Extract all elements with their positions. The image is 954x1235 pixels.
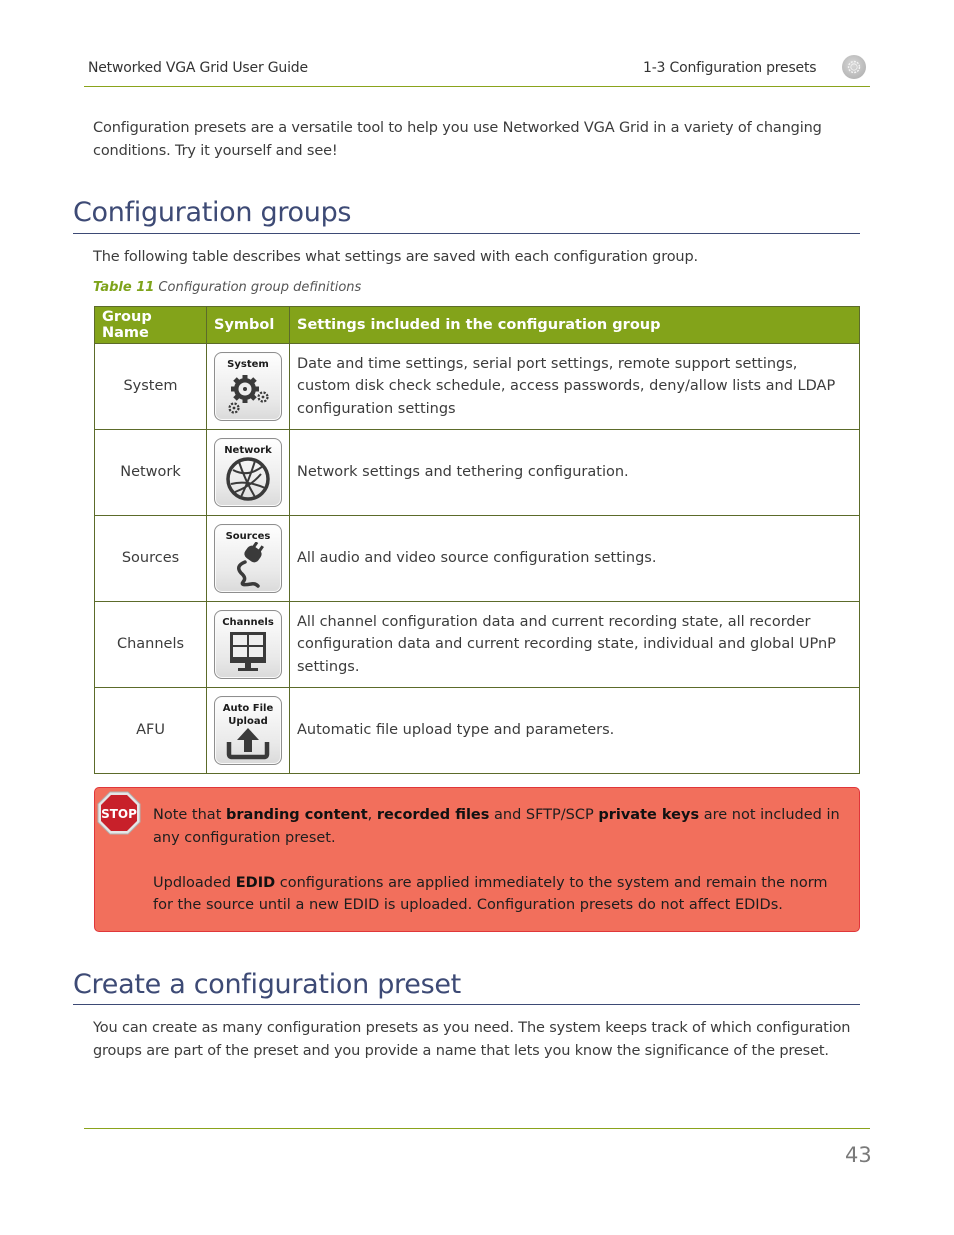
table-row: Channels Channels All channel configurat…: [94, 601, 860, 688]
column-header-group-name: Group Name: [94, 306, 207, 344]
upload-tray-icon: [226, 728, 270, 760]
table-row: Network Network Network settings and tet…: [94, 429, 860, 516]
table-row: Sources Sources All audio and video sour…: [94, 515, 860, 602]
gears-icon: [228, 375, 269, 414]
table-row: System System Date and time settings, se…: [94, 343, 860, 430]
section-paragraph: The following table describes what setti…: [93, 249, 698, 265]
column-header-symbol: Symbol: [206, 306, 290, 344]
group-description: All channel configuration data and curre…: [289, 601, 860, 688]
note-paragraph-2: Updloaded EDID configurations are applie…: [153, 872, 843, 917]
plug-cable-icon: [237, 542, 264, 588]
note-text: and SFTP/SCP: [489, 807, 599, 823]
page-number: 43: [845, 1143, 872, 1167]
symbol-label: Channels: [222, 617, 274, 628]
note-text: Updloaded: [153, 874, 236, 891]
section-title: 1-3 Configuration presets: [643, 60, 817, 76]
symbol-label: System: [227, 359, 269, 370]
symbol-label: Network: [224, 445, 272, 456]
group-name: AFU: [94, 687, 207, 774]
gear-badge-icon: [842, 55, 866, 79]
group-description: All audio and video source configuration…: [289, 515, 860, 602]
stop-sign-text: STOP: [101, 807, 137, 821]
note-emphasis-private-keys: private keys: [598, 807, 700, 823]
symbol-cell: System: [206, 343, 290, 430]
configuration-groups-table: Group Name Symbol Settings included in t…: [94, 306, 860, 774]
guide-title: Networked VGA Grid User Guide: [88, 60, 308, 76]
group-name: System: [94, 343, 207, 430]
note-emphasis-edid: EDID: [235, 874, 276, 891]
sources-symbol: Sources: [214, 524, 282, 593]
caption-label: Table 11: [93, 280, 155, 295]
symbol-cell: Channels: [206, 601, 290, 688]
group-name: Channels: [94, 601, 207, 688]
globe-network-icon: [226, 457, 270, 501]
table-caption: Table 11 Configuration group definitions: [93, 280, 361, 295]
column-header-settings: Settings included in the configuration g…: [289, 306, 860, 344]
afu-symbol: Auto File Upload: [214, 696, 282, 765]
table-row: AFU Auto File Upload Automatic file uplo…: [94, 687, 860, 774]
warning-note-text: Note that branding content, recorded fil…: [153, 804, 843, 917]
header-rule: [84, 86, 870, 87]
heading-rule: [73, 1004, 860, 1005]
group-name: Sources: [94, 515, 207, 602]
group-description: Date and time settings, serial port sett…: [289, 343, 860, 430]
symbol-cell: Network: [206, 429, 290, 516]
section-paragraph: You can create as many configuration pre…: [93, 1020, 851, 1059]
note-emphasis-recorded-files: recorded files: [376, 807, 490, 823]
note-text: ,: [367, 807, 377, 823]
stop-sign-icon: STOP: [97, 791, 141, 839]
system-symbol: System: [214, 352, 282, 421]
heading-rule: [73, 233, 860, 234]
note-text: Note that: [153, 807, 226, 823]
intro-paragraph: Configuration presets are a versatile to…: [93, 120, 822, 159]
heading-configuration-groups: Configuration groups: [73, 197, 352, 228]
channels-symbol: Channels: [214, 610, 282, 679]
monitor-grid-icon: [230, 632, 266, 671]
table-header-row: Group Name Symbol Settings included in t…: [94, 306, 860, 344]
symbol-cell: Sources: [206, 515, 290, 602]
heading-create-configuration-preset: Create a configuration preset: [73, 969, 461, 1000]
note-emphasis-branding: branding content: [226, 807, 368, 823]
group-name: Network: [94, 429, 207, 516]
note-paragraph-1: Note that branding content, recorded fil…: [153, 804, 843, 849]
network-symbol: Network: [214, 438, 282, 507]
symbol-cell: Auto File Upload: [206, 687, 290, 774]
group-description: Automatic file upload type and parameter…: [289, 687, 860, 774]
footer-rule: [84, 1128, 870, 1129]
symbol-label-line1: Auto File: [222, 703, 274, 714]
group-description: Network settings and tethering configura…: [289, 429, 860, 516]
symbol-label: Sources: [225, 531, 271, 542]
caption-text: Configuration group definitions: [154, 280, 362, 295]
